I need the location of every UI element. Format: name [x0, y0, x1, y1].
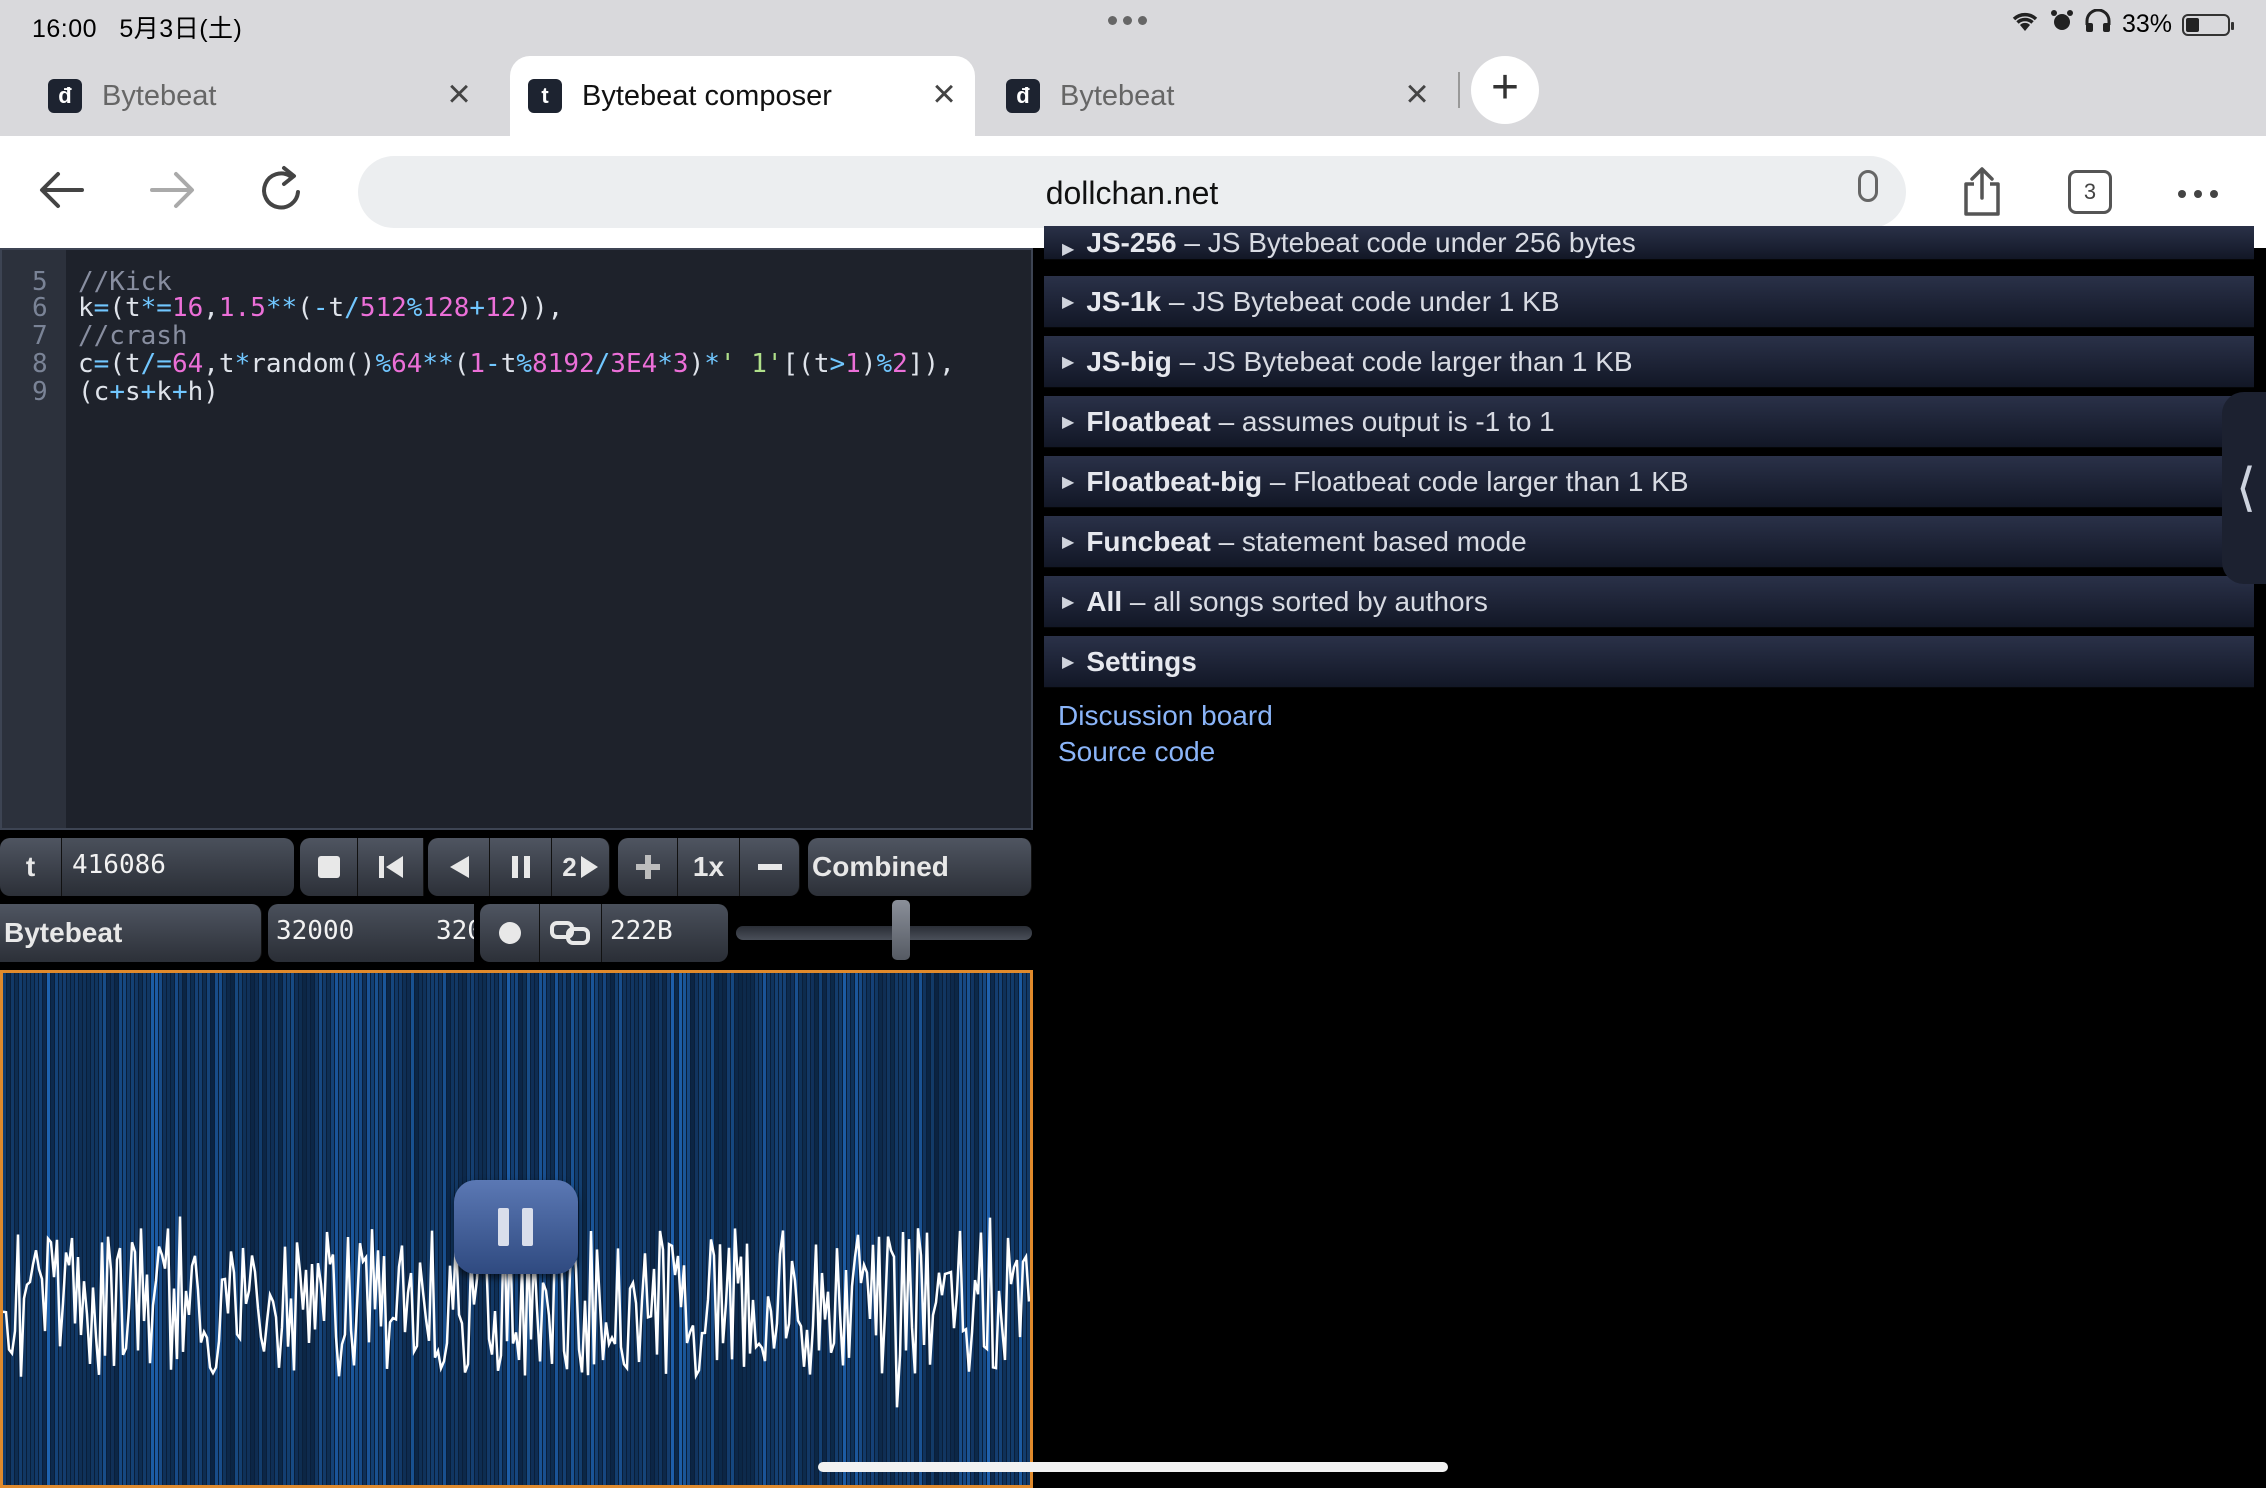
record-icon — [498, 922, 521, 944]
time-input[interactable]: 416086 — [62, 838, 294, 896]
address-bar[interactable]: dollchan.net — [358, 156, 1906, 228]
pause-icon-bar — [522, 1208, 533, 1246]
code-line-8: 8 c=(t/=64,t*random()%64**(1-t%8192/3E4*3… — [32, 349, 955, 379]
record-button[interactable] — [480, 904, 540, 962]
expand-triangle-icon: ▶ — [1062, 293, 1075, 311]
pause-icon — [511, 856, 530, 878]
tab-title: Bytebeat — [102, 79, 217, 112]
library-all[interactable]: ▶ All – all songs sorted by authors — [1044, 576, 2254, 628]
source-code-link[interactable]: Source code — [1058, 736, 1215, 768]
tab-bytebeat-composer[interactable]: t Bytebeat composer × — [510, 56, 975, 136]
code-line-6: 6 k=(t*=16,1.5**(-t/512%128+12)), — [32, 293, 564, 323]
pause-icon-bar — [498, 1208, 509, 1246]
play-forward-icon — [580, 856, 598, 878]
status-time: 16:00 5月3日(土) — [32, 15, 243, 43]
reload-icon[interactable] — [252, 162, 312, 222]
sidebar-collapse-chevron-icon[interactable]: ⟨ — [2222, 392, 2266, 584]
headphones-icon — [2084, 8, 2112, 40]
code-size-label: 222B — [602, 904, 728, 962]
code-line-7: 7//crash — [32, 321, 188, 351]
multitasking-dots[interactable] — [1108, 16, 1147, 25]
pause-overlay-button[interactable] — [454, 1180, 578, 1274]
display-mode-select[interactable]: Combined — [808, 838, 1032, 896]
sample-rate-select[interactable]: 320 — [434, 904, 474, 962]
status-bar: 16:00 5月3日(土) 33% — [0, 0, 2266, 48]
expand-triangle-icon: ▶ — [1062, 533, 1075, 551]
link-icon — [549, 921, 590, 945]
code-editor[interactable]: 5//Kick 6 k=(t*=16,1.5**(-t/512%128+12)),… — [0, 248, 1033, 830]
share-link-button[interactable] — [540, 904, 602, 962]
sample-rate-input[interactable]: 32000 — [268, 904, 434, 962]
expand-triangle-icon: ▶ — [1062, 473, 1075, 491]
dollchan-favicon-icon: đ — [48, 79, 82, 113]
speed-badge: 2 — [562, 851, 577, 882]
library-js-big[interactable]: ▶ JS-big – JS Bytebeat code larger than … — [1044, 336, 2254, 388]
volume-slider[interactable] — [736, 900, 1032, 960]
status-right: 33% — [2010, 8, 2234, 40]
library-floatbeat-big[interactable]: ▶ Floatbeat-big – Floatbeat code larger … — [1044, 456, 2254, 508]
code-line-9: 9 (c+s+k+h) — [32, 377, 219, 407]
code-line-8-text: c=(t/=64,t*random()%64**(1-t%8192/3E4*3)… — [78, 349, 955, 379]
library-js-256[interactable]: ▶ JS-256 – JS Bytebeat code under 256 by… — [1044, 226, 2254, 260]
tab-bytebeat-2[interactable]: đ Bytebeat × — [988, 56, 1448, 136]
volume-thumb[interactable] — [892, 900, 910, 960]
tab-title: Bytebeat — [1060, 79, 1175, 112]
more-icon[interactable] — [2178, 190, 2218, 198]
expand-triangle-icon: ▶ — [1062, 413, 1075, 431]
volume-track — [736, 926, 1032, 940]
back-arrow-icon[interactable] — [32, 162, 92, 222]
speed-value: 1x — [678, 838, 740, 896]
close-icon[interactable]: × — [927, 74, 961, 114]
library-floatbeat[interactable]: ▶ Floatbeat – assumes output is -1 to 1 — [1044, 396, 2254, 448]
expand-triangle-icon: ▶ — [1062, 653, 1075, 671]
library-funcbeat[interactable]: ▶ Funcbeat – statement based mode — [1044, 516, 2254, 568]
skip-back-icon — [378, 856, 403, 878]
code-line-5: 5//Kick — [32, 267, 172, 297]
library-settings[interactable]: ▶ Settings — [1044, 636, 2254, 688]
wifi-icon — [2010, 9, 2040, 40]
play-backward-icon — [449, 856, 469, 878]
tab-bytebeat-1[interactable]: đ Bytebeat × — [30, 56, 490, 136]
forward-arrow-icon[interactable] — [142, 162, 202, 222]
plus-icon — [635, 855, 660, 879]
minus-icon — [757, 864, 782, 870]
library-js-1k[interactable]: ▶ JS-1k – JS Bytebeat code under 1 KB — [1044, 276, 2254, 328]
rewind-button[interactable] — [358, 838, 424, 896]
pause-button[interactable] — [490, 838, 552, 896]
tab-count-button[interactable]: 3 — [2068, 170, 2112, 214]
tab-title: Bytebeat composer — [582, 79, 832, 112]
expand-triangle-icon: ▶ — [1062, 241, 1075, 258]
expand-triangle-icon: ▶ — [1062, 593, 1075, 611]
expand-triangle-icon: ▶ — [1062, 353, 1075, 371]
close-icon[interactable]: × — [1400, 74, 1434, 114]
mode-select[interactable]: Bytebeat — [0, 904, 262, 962]
home-indicator — [818, 1462, 1448, 1472]
code-line-6-text: k=(t*=16,1.5**(-t/512%128+12)), — [78, 293, 564, 323]
microphone-icon[interactable] — [1858, 170, 1878, 202]
speed-down-button[interactable] — [740, 838, 800, 896]
play-forward-speed-button[interactable]: 2 — [552, 838, 610, 896]
tab-separator — [1458, 72, 1460, 108]
url-text: dollchan.net — [1045, 175, 1219, 211]
battery-icon — [2182, 13, 2234, 36]
discussion-board-link[interactable]: Discussion board — [1058, 700, 1273, 732]
play-backward-button[interactable] — [428, 838, 490, 896]
time-label: t — [0, 838, 62, 896]
stop-icon — [317, 856, 340, 878]
stop-button[interactable] — [300, 838, 358, 896]
battery-percent: 33% — [2121, 10, 2172, 38]
new-tab-button[interactable]: + — [1471, 56, 1539, 124]
speed-up-button[interactable] — [618, 838, 678, 896]
close-icon[interactable]: × — [442, 74, 476, 114]
alarm-icon — [2050, 9, 2074, 40]
share-icon[interactable] — [1960, 166, 2000, 216]
bytebeat-favicon-icon: t — [528, 79, 562, 113]
dollchan-favicon-icon: đ — [1006, 79, 1040, 113]
